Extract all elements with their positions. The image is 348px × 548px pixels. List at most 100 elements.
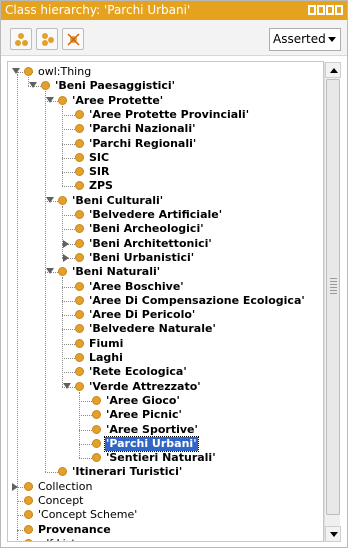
- add-subclass-button[interactable]: [10, 28, 32, 50]
- tree-node-label[interactable]: 'Aree Di Pericolo': [88, 308, 196, 322]
- tree-node-label[interactable]: 'Aree Sportive': [105, 423, 199, 437]
- tree-node[interactable]: 'Aree Picnic': [8, 408, 323, 422]
- tree-node[interactable]: 'Itinerari Turistici': [8, 465, 323, 479]
- tree-node[interactable]: 'Rete Ecologica': [8, 365, 323, 379]
- delete-class-button[interactable]: [62, 28, 84, 50]
- expanded-toggle-icon[interactable]: [12, 68, 20, 74]
- tree-node-label[interactable]: rdf:List: [37, 537, 77, 541]
- tree-node[interactable]: SIC: [8, 151, 323, 165]
- tree-node-label[interactable]: 'Parchi Urbani': [104, 435, 199, 452]
- tree-node[interactable]: Concept: [8, 494, 323, 508]
- tree-node[interactable]: Fiumi: [8, 337, 323, 351]
- tree-connector-line: [62, 215, 75, 216]
- scroll-thumb[interactable]: [326, 79, 340, 515]
- tree-node-label[interactable]: 'Sentieri Naturali': [105, 451, 217, 465]
- tree-node[interactable]: 'Verde Attrezzato': [8, 380, 323, 394]
- tree-node[interactable]: 'Parchi Nazionali': [8, 122, 323, 136]
- tree-node-label[interactable]: Fiumi: [88, 337, 124, 351]
- tree-node-label[interactable]: 'Beni Architettonici': [88, 237, 213, 251]
- tree-node[interactable]: 'Beni Paesaggistici': [8, 79, 323, 93]
- tree-node-label[interactable]: Collection: [37, 480, 93, 494]
- tree-node[interactable]: 'Aree Protette': [8, 94, 323, 108]
- class-icon: [75, 295, 84, 305]
- tree-node-label[interactable]: ZPS: [88, 179, 114, 193]
- expanded-toggle-icon[interactable]: [29, 82, 37, 89]
- tree-node-label[interactable]: SIC: [88, 151, 110, 165]
- tree-node[interactable]: 'Belvedere Naturale': [8, 322, 323, 336]
- expanded-toggle-icon[interactable]: [63, 382, 71, 389]
- tree-node[interactable]: Provenance: [8, 523, 323, 537]
- class-icon: [92, 424, 101, 434]
- tree-node-label[interactable]: 'Beni Archeologici': [88, 222, 205, 236]
- tree-node[interactable]: 'Beni Archeologici': [8, 222, 323, 236]
- tree-node[interactable]: 'Aree Boschive': [8, 280, 323, 294]
- class-icon: [75, 310, 84, 320]
- tree-node[interactable]: 'Aree Protette Provinciali': [8, 108, 323, 122]
- tree-node-label[interactable]: 'Verde Attrezzato': [88, 380, 202, 394]
- tree-node-label[interactable]: Laghi: [88, 351, 124, 365]
- tree-node-label[interactable]: 'Beni Naturali': [71, 265, 161, 279]
- class-icon: [92, 438, 101, 448]
- float-view-icon[interactable]: [317, 5, 325, 15]
- scroll-up-button[interactable]: [325, 62, 341, 78]
- tree-node[interactable]: rdf:List: [8, 537, 323, 541]
- tree-node[interactable]: 'Aree Sportive': [8, 423, 323, 437]
- tree-node-label[interactable]: 'Belvedere Naturale': [88, 322, 217, 336]
- tree-node[interactable]: Collection: [8, 480, 323, 494]
- collapsed-toggle-icon[interactable]: [63, 239, 69, 248]
- view-option-icon[interactable]: [308, 5, 316, 15]
- tree-node-label[interactable]: 'Aree Protette Provinciali': [88, 108, 250, 122]
- tree-node-label[interactable]: Concept: [37, 494, 85, 508]
- add-sibling-button[interactable]: [36, 28, 58, 50]
- class-icon: [58, 195, 67, 205]
- class-tree[interactable]: owl:Thing 'Beni Paesaggistici' 'Aree Prote…: [7, 61, 324, 542]
- tree-node-label[interactable]: 'Parchi Regionali': [88, 137, 197, 151]
- class-icon: [75, 109, 84, 119]
- tree-node-label[interactable]: 'Beni Paesaggistici': [54, 79, 176, 93]
- expanded-toggle-icon[interactable]: [46, 96, 54, 103]
- tree-node-label[interactable]: 'Beni Culturali': [71, 194, 164, 208]
- maximize-view-icon[interactable]: [326, 5, 334, 15]
- expanded-toggle-icon[interactable]: [46, 268, 54, 275]
- tree-node[interactable]: 'Aree Di Compensazione Ecologica': [8, 294, 323, 308]
- tree-node-label[interactable]: 'Concept Scheme': [37, 508, 138, 522]
- tree-connector-line: [62, 372, 75, 374]
- tree-node[interactable]: 'Aree Gioco': [8, 394, 323, 408]
- tree-connector-line: [62, 114, 75, 116]
- tree-node[interactable]: 'Beni Naturali': [8, 265, 323, 279]
- scroll-down-button[interactable]: [325, 526, 341, 542]
- tree-node[interactable]: Laghi: [8, 351, 323, 365]
- tree-node-label[interactable]: 'Rete Ecologica': [88, 365, 188, 379]
- tree-node[interactable]: 'Belvedere Artificiale': [8, 208, 323, 222]
- tree-node[interactable]: ZPS: [8, 179, 323, 193]
- tree-node-label[interactable]: owl:Thing: [37, 65, 92, 79]
- hierarchy-mode-select[interactable]: Asserted: [269, 28, 341, 51]
- tree-node-label[interactable]: 'Beni Urbanistici': [88, 251, 195, 265]
- tree-node-label[interactable]: SIR: [88, 165, 111, 179]
- tree-node-label[interactable]: Provenance: [37, 523, 112, 537]
- tree-node[interactable]: 'Concept Scheme': [8, 508, 323, 522]
- tree-node[interactable]: 'Parchi Urbani': [8, 435, 323, 452]
- tree-node[interactable]: 'Aree Di Pericolo': [8, 308, 323, 322]
- tree-node[interactable]: 'Beni Architettonici': [8, 237, 323, 251]
- tree-node[interactable]: 'Beni Urbanistici': [8, 251, 323, 265]
- expanded-toggle-icon[interactable]: [46, 196, 54, 203]
- tree-node-label[interactable]: 'Aree Boschive': [88, 280, 185, 294]
- close-view-icon[interactable]: [335, 5, 343, 15]
- tree-scrollbar[interactable]: [324, 62, 341, 542]
- tree-node[interactable]: 'Beni Culturali': [8, 194, 323, 208]
- tree-node-label[interactable]: 'Aree Picnic': [105, 408, 183, 422]
- tree-node[interactable]: owl:Thing: [8, 65, 323, 79]
- class-icon: [75, 338, 84, 348]
- tree-node-label[interactable]: 'Aree Gioco': [105, 394, 181, 408]
- tree-node-label[interactable]: 'Itinerari Turistici': [71, 465, 183, 479]
- tree-node-label[interactable]: 'Belvedere Artificiale': [88, 208, 223, 222]
- tree-node-label[interactable]: 'Aree Di Compensazione Ecologica': [88, 294, 306, 308]
- collapsed-toggle-icon[interactable]: [12, 482, 18, 491]
- collapsed-toggle-icon[interactable]: [63, 253, 69, 262]
- tree-node[interactable]: 'Sentieri Naturali': [8, 451, 323, 465]
- tree-node[interactable]: 'Parchi Regionali': [8, 137, 323, 151]
- tree-node-label[interactable]: 'Aree Protette': [71, 94, 164, 108]
- tree-node-label[interactable]: 'Parchi Nazionali': [88, 122, 196, 136]
- tree-node[interactable]: SIR: [8, 165, 323, 179]
